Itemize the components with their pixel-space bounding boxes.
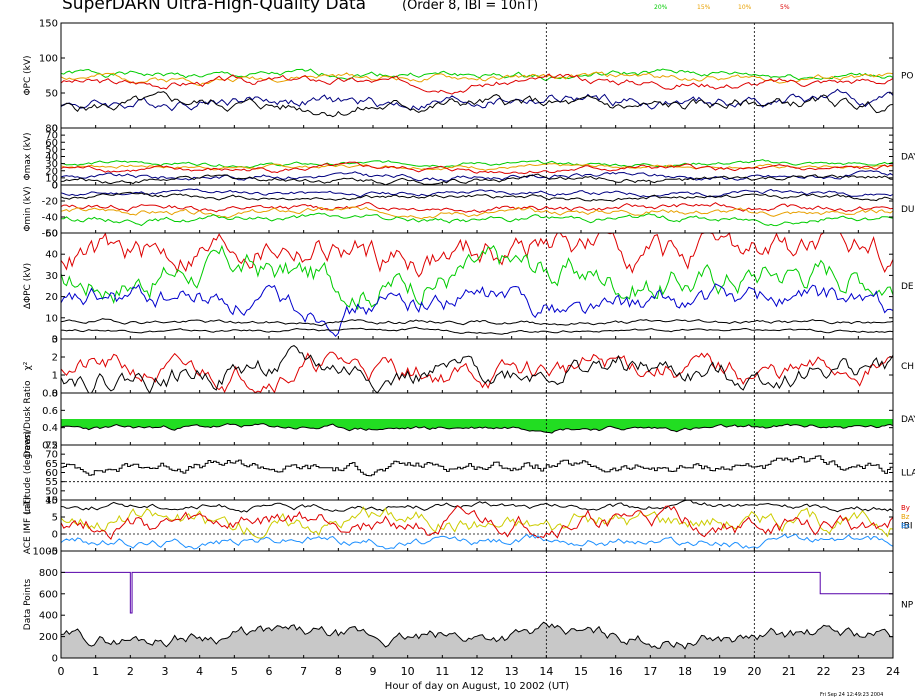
x-tick-label: 16: [609, 665, 623, 678]
x-tick-label: 6: [266, 665, 273, 678]
x-tick-label: 15: [574, 665, 588, 678]
lat-series-0: [61, 455, 894, 477]
dpc-series-2: [60, 283, 894, 337]
x-tick-label: 12: [470, 665, 484, 678]
chi-series-1: [60, 345, 894, 395]
pts-ytick-label: 200: [39, 632, 58, 643]
dpc-ytick-label: 40: [45, 250, 58, 261]
x-tick-label: 5: [231, 665, 238, 678]
chi-ytick-label: 3: [52, 335, 58, 346]
x-tick-label: 2: [127, 665, 134, 678]
min-series-1: [60, 191, 894, 202]
x-tick-label: 24: [886, 665, 900, 678]
x-tick-label: 11: [435, 665, 449, 678]
pc-series-3: [60, 88, 894, 112]
lat-ytick-label: 75: [45, 441, 58, 452]
pc-ytick-label: 50: [45, 89, 58, 100]
ratio-right-label: DAY: [901, 415, 915, 425]
x-tick-label: 14: [539, 665, 553, 678]
max-ylabel: Φmax (kV): [23, 133, 33, 181]
dpc-series-3: [60, 318, 894, 327]
timestamp: Fri Sep 24 12:49:23 2004: [820, 692, 884, 698]
ratio-ytick-label: 0.4: [42, 423, 58, 434]
x-tick-label: 9: [370, 665, 377, 678]
superdarn-chart: 050100150ΦPC (kV) PO01020304050607080Φmax…: [23, 19, 915, 693]
dpc-series-0: [60, 231, 894, 278]
ratio-ytick-label: 0.8: [42, 389, 58, 400]
x-tick-label: 4: [196, 665, 203, 678]
max-right-label: DAY: [901, 153, 915, 163]
min-ytick-label: 0: [52, 181, 58, 192]
ratio-ytick-label: 0.6: [42, 406, 58, 417]
x-tick-label: 3: [162, 665, 169, 678]
min-series-3: [60, 206, 894, 220]
dpc-ytick-label: 50: [45, 229, 58, 240]
panel-chi-frame: [60, 338, 894, 394]
chi-ytick-label: 2: [52, 353, 58, 364]
pts-ytick-label: 0: [52, 654, 58, 665]
imf-legend-1: Bz: [901, 513, 910, 521]
pts-ylabel: Data Points: [23, 578, 33, 630]
pts-ytick-label: 400: [39, 611, 58, 622]
x-tick-label: 22: [817, 665, 831, 678]
x-tick-label: 8: [335, 665, 342, 678]
pts-ytick-label: 600: [39, 589, 58, 600]
chi-right-label: CH: [901, 362, 914, 372]
chi-ylabel: χ²: [23, 361, 33, 370]
pts-ytick-label: 1000: [33, 547, 58, 558]
min-ylabel: Φmin (kV): [23, 186, 33, 231]
pc-right-label: PO: [901, 72, 914, 82]
x-tick-label: 19: [713, 665, 727, 678]
imf-series-0: [60, 499, 894, 513]
x-tick-label: 13: [505, 665, 519, 678]
imf-ytick-label: 10: [45, 496, 58, 507]
chi-ytick-label: 1: [52, 371, 58, 382]
x-tick-label: 23: [851, 665, 865, 678]
dpc-ytick-label: 20: [45, 292, 58, 303]
pc-series-1: [60, 71, 894, 87]
min-ytick-label: -40: [42, 213, 58, 224]
imf-ytick-label: 0: [52, 530, 58, 541]
x-tick-label: 17: [643, 665, 657, 678]
dpc-ylabel: ΔΦPC (kV): [23, 263, 33, 309]
min-series-2: [60, 202, 894, 213]
imf-ytick-label: 5: [52, 513, 58, 524]
imf-legend-2: Bx: [901, 522, 910, 530]
x-axis-label: Hour of day on August, 10 2002 (UT): [385, 681, 570, 692]
pts-npoints-line: [61, 571, 893, 614]
pts-fill: [61, 622, 893, 658]
imf-legend-0: By: [901, 504, 910, 512]
x-tick-label: 7: [300, 665, 307, 678]
imf-series-3: [60, 533, 894, 550]
min-ytick-label: -20: [42, 197, 58, 208]
dpc-right-label: DE: [901, 282, 914, 292]
min-right-label: DU: [901, 205, 915, 215]
x-tick-label: 1: [92, 665, 99, 678]
max-ytick-label: 80: [45, 124, 58, 135]
pc-series-0: [60, 68, 894, 82]
x-tick-label: 21: [782, 665, 796, 678]
pts-right-label: NP: [901, 601, 914, 611]
dpc-series-4: [60, 326, 894, 335]
panel-dpc-frame: [60, 232, 894, 340]
pts-ytick-label: 800: [39, 568, 58, 579]
pc-ytick-label: 100: [39, 54, 58, 65]
chi-series-0: [60, 351, 894, 394]
x-tick-label: 20: [747, 665, 761, 678]
pc-ytick-label: 150: [39, 19, 58, 30]
x-tick-label: 18: [678, 665, 692, 678]
x-tick-label: 0: [58, 665, 65, 678]
pc-ylabel: ΦPC (kV): [23, 55, 33, 95]
imf-ylabel: ACE IMF (nT): [23, 497, 33, 555]
dpc-ytick-label: 10: [45, 313, 58, 324]
x-tick-label: 10: [401, 665, 415, 678]
dpc-ytick-label: 30: [45, 271, 58, 282]
lat-right-label: LLA: [901, 469, 915, 479]
